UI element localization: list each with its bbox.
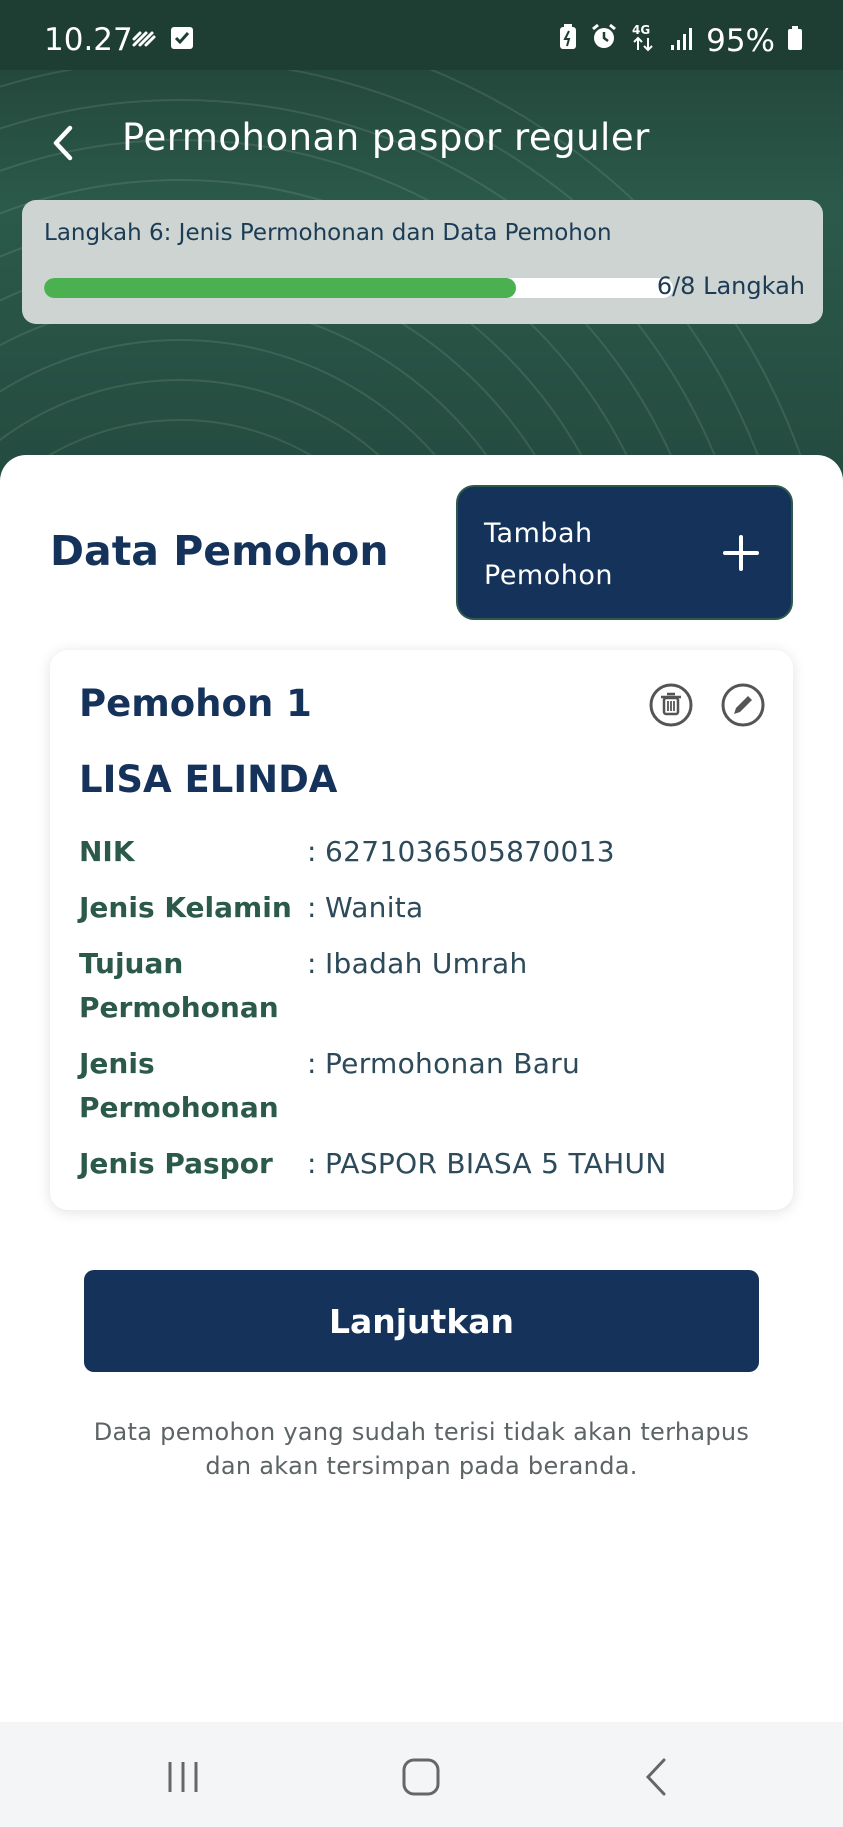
detail-row-passport-type: Jenis Paspor : PASPOR BIASA 5 TAHUN (79, 1142, 769, 1186)
footnote-text: Data pemohon yang sudah terisi tidak aka… (93, 1418, 750, 1480)
detail-value: Permohonan Baru (325, 1047, 581, 1080)
section-title: Data Pemohon (50, 527, 389, 575)
battery-saver-icon (558, 23, 578, 59)
applicant-card-title: Pemohon 1 (79, 682, 312, 725)
status-right-group: 4G 95% (558, 22, 803, 60)
detail-label: Jenis Permohonan (79, 1047, 279, 1124)
continue-button[interactable]: Lanjutkan (84, 1270, 759, 1372)
applicant-card: Pemohon 1 LISA ELINDA NIK : 627103650587… (50, 650, 793, 1210)
back-arrow-icon (645, 1758, 666, 1796)
chevron-left-icon (53, 125, 73, 161)
detail-value: Wanita (325, 891, 424, 924)
svg-text:4G: 4G (632, 23, 650, 37)
back-button[interactable] (44, 120, 84, 166)
signal-bars-icon (670, 23, 694, 59)
add-applicant-label: Tambah Pemohon (484, 518, 613, 591)
applicant-name: LISA ELINDA (79, 758, 338, 801)
status-notifications (130, 26, 194, 54)
applicant-details: NIK : 6271036505870013 Jenis Kelamin : W… (79, 830, 769, 1198)
status-bar: 10.27 4G 95% (0, 0, 843, 70)
content-sheet: Data Pemohon Tambah Pemohon Pemohon 1 LI… (0, 455, 843, 1720)
detail-label: NIK (79, 835, 135, 868)
network-4g-icon: 4G (630, 22, 658, 60)
detail-row-application-type: Jenis Permohonan : Permohonan Baru (79, 1042, 769, 1130)
detail-value: Ibadah Umrah (325, 947, 528, 980)
progress-bar (44, 278, 673, 298)
detail-colon: : (307, 1047, 317, 1080)
detail-colon: : (307, 1147, 317, 1180)
page-title: Permohonan paspor reguler (122, 116, 650, 159)
pencil-icon (721, 683, 765, 727)
signal-stripes-icon (130, 27, 158, 53)
detail-row-gender: Jenis Kelamin : Wanita (79, 886, 769, 930)
alarm-icon (590, 23, 618, 59)
system-back-button[interactable] (632, 1752, 682, 1802)
step-label: Langkah 6: Jenis Permohonan dan Data Pem… (44, 220, 612, 246)
detail-label: Jenis Paspor (79, 1147, 273, 1180)
checkbox-notification-icon (170, 26, 194, 54)
detail-label: Tujuan Permohonan (79, 947, 279, 1024)
detail-value: 6271036505870013 (325, 835, 615, 868)
trash-icon (649, 683, 693, 727)
recent-apps-icon (168, 1762, 198, 1792)
home-button[interactable] (396, 1752, 446, 1802)
detail-colon: : (307, 891, 317, 924)
battery-percentage: 95% (706, 23, 775, 59)
navigation-bar (0, 1722, 843, 1827)
progress-fill (44, 278, 516, 298)
detail-value: PASPOR BIASA 5 TAHUN (325, 1147, 667, 1180)
status-time: 10.27 (44, 22, 133, 58)
edit-applicant-button[interactable] (720, 682, 766, 728)
plus-icon (723, 535, 759, 571)
detail-row-purpose: Tujuan Permohonan : Ibadah Umrah (79, 942, 769, 1030)
step-progress-card: Langkah 6: Jenis Permohonan dan Data Pem… (22, 200, 823, 324)
detail-colon: : (307, 835, 317, 868)
add-applicant-button[interactable]: Tambah Pemohon (456, 485, 793, 620)
delete-applicant-button[interactable] (648, 682, 694, 728)
detail-label: Jenis Kelamin (79, 891, 292, 924)
home-icon (402, 1758, 440, 1796)
detail-colon: : (307, 947, 317, 980)
battery-icon (787, 23, 803, 59)
progress-label: 6/8 Langkah (656, 272, 805, 300)
recent-apps-button[interactable] (158, 1752, 208, 1802)
detail-row-nik: NIK : 6271036505870013 (79, 830, 769, 874)
